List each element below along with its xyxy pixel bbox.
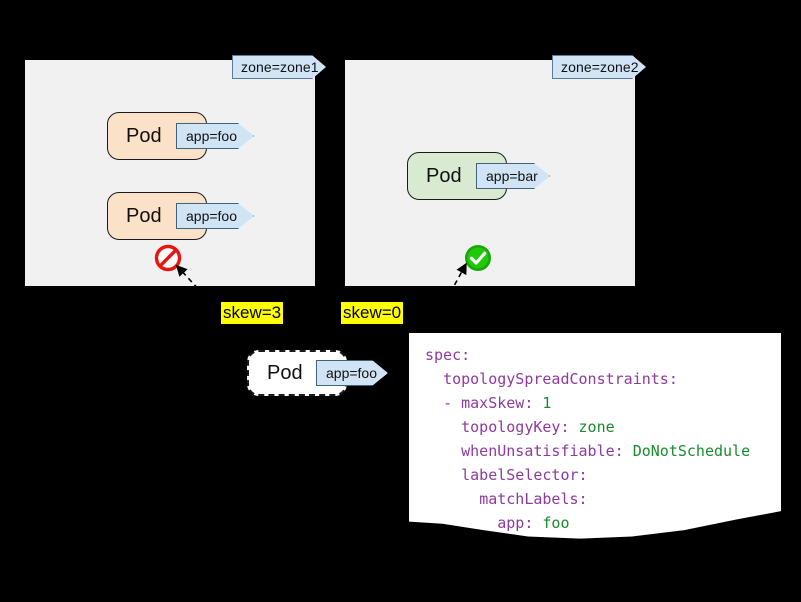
diagram-canvas: zone=zone1 Pod app=foo Pod app=foo zone=… [0, 0, 801, 602]
pod-label-text: Pod [426, 164, 462, 187]
skew-label-zone1: skew=3 [221, 302, 284, 324]
pod-label-tag-zone1-b: app=foo [176, 203, 254, 229]
pod-label-text: Pod [267, 361, 303, 384]
pod-label-tag-pending: app=foo [316, 360, 388, 386]
prohibition-icon [153, 243, 183, 273]
yaml-spec-note: spec: topologySpreadConstraints: - maxSk… [409, 333, 781, 545]
pod-label-tag-zone1-a: app=foo [176, 123, 254, 149]
check-circle-icon [463, 243, 493, 273]
yaml-code-block: spec: topologySpreadConstraints: - maxSk… [425, 346, 751, 532]
zone-tag-zone1: zone=zone1 [232, 55, 326, 79]
skew-label-zone2: skew=0 [341, 302, 404, 324]
zone-tag-zone2: zone=zone2 [552, 55, 646, 79]
pod-label-text: Pod [126, 204, 162, 227]
pod-label-text: Pod [126, 124, 162, 147]
